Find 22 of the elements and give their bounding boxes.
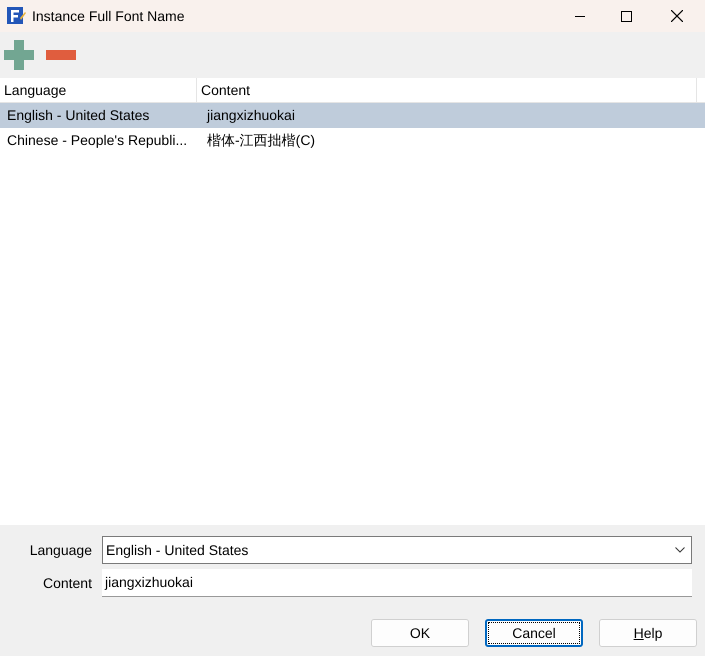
dialog-button[interactable]: OK [371,619,469,647]
table-row[interactable]: English - United States jiangxizhuokai [0,103,705,128]
table-cell-text: jiangxizhuokai [206,106,295,125]
app-icon [6,6,26,26]
dialog-button[interactable]: Cancel [485,619,583,647]
column-header[interactable]: Content [197,78,697,102]
content-field[interactable]: jiangxizhuokai [102,569,692,597]
close-icon [671,10,683,22]
dialog-button[interactable]: Help [599,619,697,647]
language-dropdown[interactable]: English - United States [102,536,692,564]
column-header[interactable]: Language [0,78,197,102]
language-label: Language [28,540,93,560]
chevron-down-icon [675,547,685,553]
table-cell-text: 楷体-江西拙楷(C) [206,131,316,150]
minus-icon[interactable] [46,50,76,60]
maximize-icon [620,10,632,22]
content-label: Content [42,574,93,592]
table-cell-text: Chinese - People's Republi... [6,131,188,150]
window-title: Instance Full Font Name [32,6,185,26]
table-cell-text: English - United States [6,106,150,125]
plus-icon[interactable] [4,40,34,70]
table-row[interactable]: Chinese - People's Republi... 楷体-江西拙楷(C) [0,128,705,153]
